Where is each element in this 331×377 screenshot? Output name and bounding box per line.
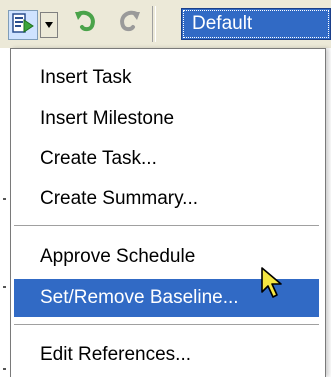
- mouse-pointer-icon: [260, 266, 286, 305]
- chevron-down-icon: [44, 16, 54, 34]
- task-bar-icon: [11, 11, 35, 40]
- edge-tick: [3, 368, 6, 370]
- menu-separator: [14, 324, 319, 326]
- task-menu-dropdown-button[interactable]: [40, 12, 58, 38]
- task-popup-menu: Insert Task Insert Milestone Create Task…: [10, 48, 326, 377]
- menu-item-create-task[interactable]: Create Task...: [14, 140, 319, 178]
- edge-tick: [3, 198, 6, 200]
- menu-item-insert-task[interactable]: Insert Task: [14, 59, 319, 97]
- menu-item-edit-references[interactable]: Edit References...: [14, 336, 319, 374]
- task-menu-button[interactable]: [8, 10, 38, 40]
- toolbar: Default: [0, 0, 331, 48]
- background-window-edge: [0, 48, 10, 377]
- edge-tick: [3, 286, 6, 288]
- menu-separator: [14, 225, 319, 227]
- view-select[interactable]: Default: [181, 8, 331, 40]
- menu-item-insert-milestone[interactable]: Insert Milestone: [14, 100, 319, 138]
- redo-button[interactable]: [114, 8, 144, 40]
- menu-item-create-summary[interactable]: Create Summary...: [14, 180, 319, 218]
- undo-icon: [72, 8, 100, 41]
- undo-button[interactable]: [70, 8, 102, 40]
- redo-icon: [115, 8, 143, 41]
- toolbar-separator: [152, 6, 156, 42]
- app-window: Default Insert Task Insert Milestone Cre…: [0, 0, 331, 377]
